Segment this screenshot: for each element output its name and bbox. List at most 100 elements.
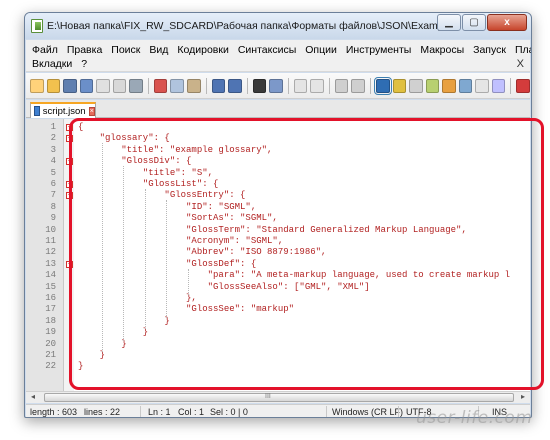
indent-guide-icon[interactable] <box>409 78 423 93</box>
horizontal-scrollbar[interactable]: ◂ III ▸ <box>26 391 530 403</box>
sync-vertical-icon[interactable] <box>334 78 349 93</box>
line-number: 9 <box>50 213 56 224</box>
user-lang-icon[interactable] <box>425 78 440 93</box>
status-col: Col : 1 <box>178 407 205 417</box>
menu-item-10[interactable]: Плагины <box>515 44 531 56</box>
new-file-icon[interactable] <box>30 78 44 93</box>
line-number: 21 <box>45 350 56 360</box>
horizontal-scroll-thumb[interactable]: III <box>44 393 514 402</box>
menu-bar: Файл Правка Поиск Вид Кодировки Синтаксисы Опц… <box>26 40 531 72</box>
find-icon[interactable] <box>252 78 267 93</box>
line-number: 20 <box>45 338 56 349</box>
line-number: 4 <box>50 156 56 167</box>
notepad-plus-plus-icon <box>31 19 43 33</box>
status-divider <box>326 406 327 417</box>
status-sel: Sel : 0 | 0 <box>210 407 248 417</box>
undo-icon[interactable] <box>211 78 226 93</box>
status-ln: Ln : 1 <box>148 407 171 417</box>
line-number: 3 <box>50 144 56 155</box>
word-wrap-icon[interactable] <box>374 76 392 95</box>
save-all-icon[interactable] <box>79 78 94 93</box>
menu-item-4[interactable]: Кодировки <box>177 44 228 56</box>
minimize-button[interactable]: ▁ <box>437 14 461 31</box>
toolbar-separator <box>287 77 289 94</box>
menu-item-1[interactable]: Правка <box>67 44 102 56</box>
menu-item-6[interactable]: Опции <box>305 44 337 56</box>
tab-close-icon[interactable]: × <box>88 106 95 116</box>
menu-item-9[interactable]: Запуск <box>473 44 506 56</box>
print-icon[interactable] <box>129 78 143 93</box>
highlight-frame <box>69 118 544 390</box>
toolbar-separator <box>246 77 248 94</box>
redo-icon[interactable] <box>228 78 242 93</box>
menu-close-document-button[interactable]: X <box>517 58 524 70</box>
close-all-icon[interactable] <box>112 78 127 93</box>
close-icon: x <box>504 17 510 28</box>
title-bar[interactable]: E:\Новая папка\FIX_RW_SDCARD\Рабочая пап… <box>25 13 531 39</box>
file-icon <box>34 106 40 116</box>
function-list-icon[interactable] <box>442 78 456 93</box>
status-divider <box>398 406 399 417</box>
line-number: 13 <box>45 258 56 269</box>
line-number: 2 <box>50 133 56 144</box>
doc-map-icon[interactable] <box>475 78 489 93</box>
close-button[interactable]: x <box>487 14 527 31</box>
zoom-in-icon[interactable] <box>293 78 308 93</box>
line-number: 18 <box>45 315 56 326</box>
folder-workspace-icon[interactable] <box>458 78 473 93</box>
line-number: 8 <box>50 201 56 212</box>
line-number: 11 <box>45 236 56 246</box>
scroll-left-icon[interactable]: ◂ <box>31 392 35 401</box>
menu-item-0[interactable]: Файл <box>32 44 58 56</box>
toolbar-separator <box>369 77 371 94</box>
status-divider <box>140 406 141 417</box>
show-all-chars-icon[interactable] <box>392 78 407 93</box>
paste-icon[interactable] <box>187 78 201 93</box>
tab-label: script.json <box>42 105 86 117</box>
tab-bar: script.json × <box>26 100 530 118</box>
line-number: 14 <box>45 270 56 281</box>
menu-item-8[interactable]: Макросы <box>420 44 464 56</box>
menu-item-0[interactable]: Вкладки <box>32 58 72 70</box>
toolbar-separator <box>205 77 207 94</box>
status-eol[interactable]: Windows (CR LF) <box>332 407 403 417</box>
toolbar-separator <box>147 77 149 94</box>
tab-script-json[interactable]: script.json × <box>30 102 96 118</box>
menu-item-7[interactable]: Инструменты <box>346 44 411 56</box>
scroll-right-icon[interactable]: ▸ <box>521 392 525 401</box>
line-number: 10 <box>45 224 56 235</box>
scroll-grip: III <box>265 393 271 400</box>
menu-item-3[interactable]: Вид <box>149 44 168 56</box>
line-number: 19 <box>45 327 56 338</box>
menu-item-5[interactable]: Синтаксисы <box>238 44 296 56</box>
minimize-icon: ▁ <box>445 17 453 28</box>
toolbar-separator <box>328 77 330 94</box>
menu-row-1: Файл Правка Поиск Вид Кодировки Синтаксисы Опц… <box>32 44 531 56</box>
cut-icon[interactable] <box>153 78 168 93</box>
window-controls: ▁ ▢ x <box>437 14 527 31</box>
line-number: 12 <box>45 247 56 258</box>
menu-row-2: Вкладки? <box>32 58 87 70</box>
line-number: 7 <box>50 190 56 201</box>
toolbar-separator <box>510 77 512 94</box>
maximize-icon: ▢ <box>469 17 479 28</box>
save-icon[interactable] <box>63 78 77 93</box>
line-number: 1 <box>50 122 56 132</box>
line-number: 16 <box>45 293 56 303</box>
copy-icon[interactable] <box>170 78 185 93</box>
watermark: user-life.com <box>416 408 533 428</box>
replace-icon[interactable] <box>269 78 283 93</box>
maximize-button[interactable]: ▢ <box>462 14 486 31</box>
line-number: 6 <box>50 179 56 189</box>
menu-item-1[interactable]: ? <box>81 58 87 70</box>
window-title: E:\Новая папка\FIX_RW_SDCARD\Рабочая пап… <box>47 20 447 32</box>
sync-horizontal-icon[interactable] <box>351 78 365 93</box>
line-number: 5 <box>50 167 56 178</box>
menu-item-2[interactable]: Поиск <box>111 44 140 56</box>
close-icon[interactable] <box>96 78 110 93</box>
open-file-icon[interactable] <box>46 78 61 93</box>
status-length: length : 603 <box>30 407 78 417</box>
zoom-out-icon[interactable] <box>310 78 324 93</box>
monitoring-icon[interactable] <box>491 78 506 93</box>
record-macro-icon[interactable] <box>516 78 530 93</box>
